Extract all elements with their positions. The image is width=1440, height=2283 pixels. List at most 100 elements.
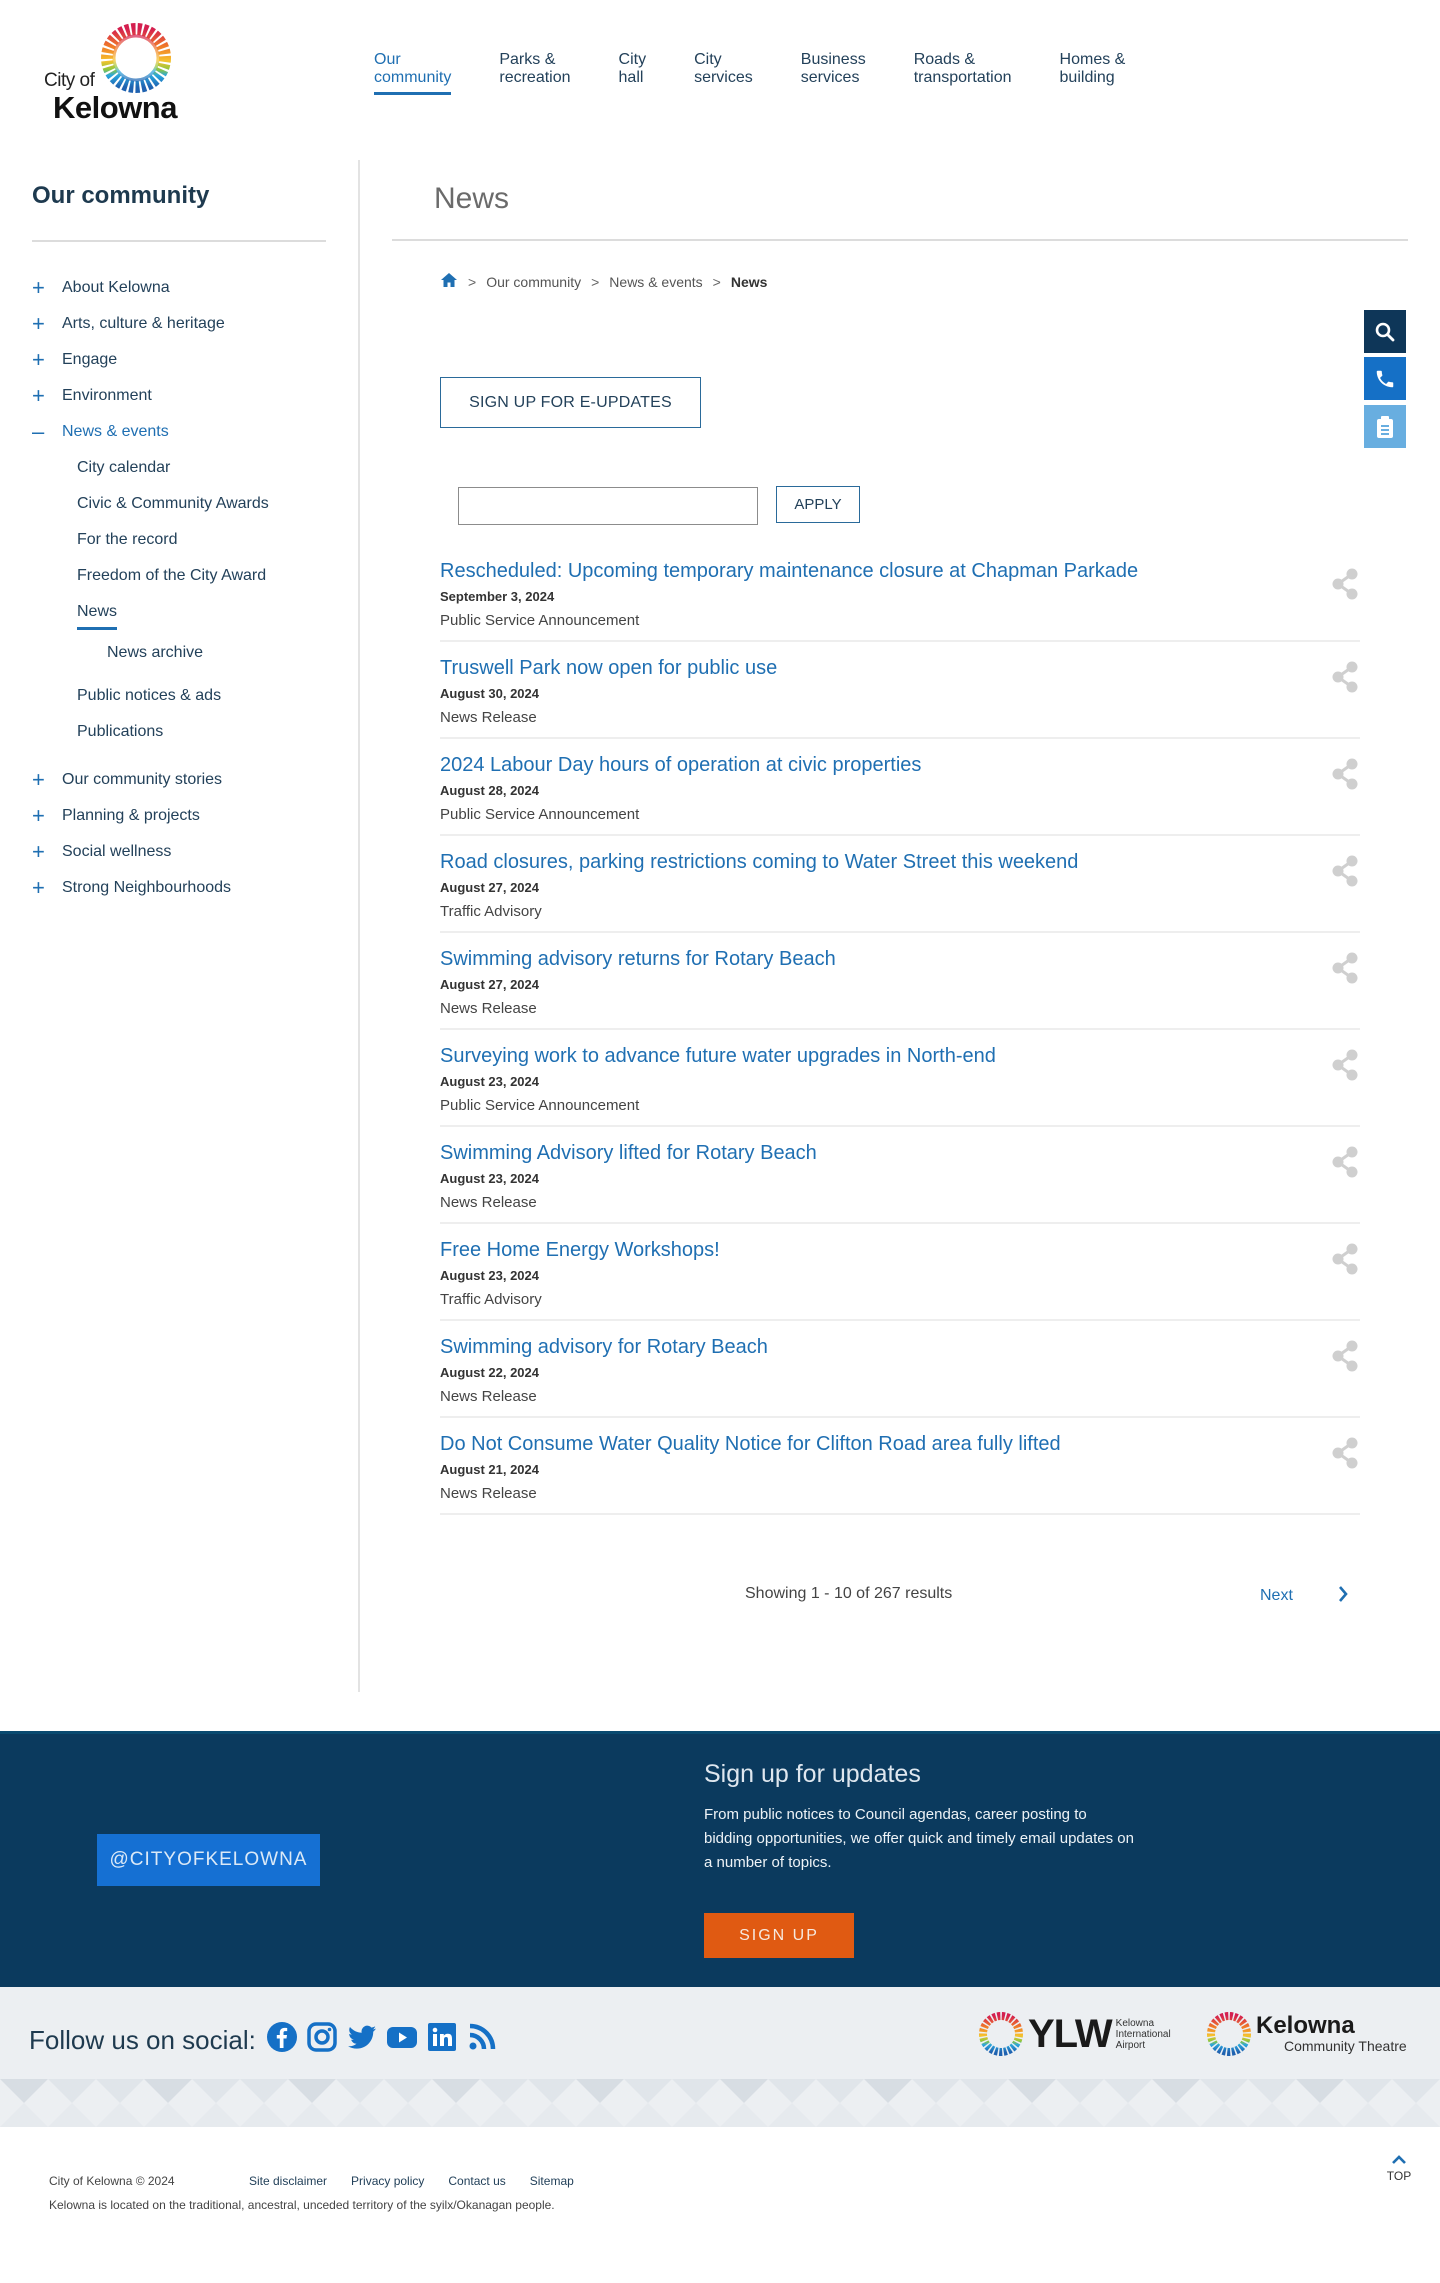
footer-link-site-disclaimer[interactable]: Site disclaimer bbox=[249, 2174, 327, 2188]
tool-search-button[interactable] bbox=[1364, 310, 1406, 353]
plus-icon[interactable]: + bbox=[32, 877, 62, 899]
city-logo[interactable]: City of Kelowna bbox=[40, 22, 180, 125]
sidebar-item-social-wellness[interactable]: + Social wellness bbox=[32, 834, 326, 870]
news-type: Traffic Advisory bbox=[440, 1291, 542, 1308]
instagram-link[interactable] bbox=[306, 2021, 346, 2060]
sidebar-item-label: About Kelowna bbox=[62, 279, 170, 296]
nav-city-hall[interactable]: City hall bbox=[619, 51, 647, 95]
news-date: August 23, 2024 bbox=[440, 1074, 539, 1089]
plus-icon[interactable]: + bbox=[32, 805, 62, 827]
share-icon-glyph bbox=[1332, 1340, 1358, 1372]
share-icon[interactable] bbox=[1330, 854, 1360, 888]
news-date: September 3, 2024 bbox=[440, 589, 555, 604]
phone-icon bbox=[1376, 370, 1394, 387]
back-to-top-button[interactable]: TOP bbox=[1384, 2154, 1414, 2183]
pattern-triangle bbox=[1008, 2103, 1056, 2127]
sidebar-subitem-public-notices[interactable]: Public notices & ads bbox=[77, 678, 326, 714]
youtube-icon bbox=[386, 2027, 417, 2048]
nav-roads-transportation[interactable]: Roads & transportation bbox=[914, 51, 1012, 95]
share-icon[interactable] bbox=[1330, 567, 1360, 601]
footer-link-sitemap[interactable]: Sitemap bbox=[530, 2174, 574, 2188]
nav-business-services[interactable]: Business services bbox=[801, 51, 866, 95]
community-theatre-logo[interactable]: Kelowna Community Theatre bbox=[1206, 2009, 1407, 2059]
news-title-link[interactable]: Surveying work to advance future water u… bbox=[440, 1042, 1140, 1068]
sidebar-item-label: Engage bbox=[62, 351, 118, 368]
sign-up-e-updates-button[interactable]: SIGN UP FOR E-UPDATES bbox=[440, 377, 701, 428]
plus-icon[interactable]: + bbox=[32, 841, 62, 863]
nav-homes-building[interactable]: Homes & building bbox=[1060, 51, 1126, 95]
pattern-triangle bbox=[1200, 2079, 1248, 2103]
footer-link-privacy-policy[interactable]: Privacy policy bbox=[351, 2174, 424, 2188]
news-title-link[interactable]: Free Home Energy Workshops! bbox=[440, 1236, 1140, 1262]
sidebar-item-planning-projects[interactable]: + Planning & projects bbox=[32, 798, 326, 834]
sign-up-button[interactable]: SIGN UP bbox=[704, 1913, 854, 1958]
facebook-link[interactable] bbox=[266, 2021, 306, 2060]
news-title-link[interactable]: Swimming Advisory lifted for Rotary Beac… bbox=[440, 1139, 1140, 1165]
sidebar-item-news-events[interactable]: – News & events bbox=[32, 414, 326, 450]
news-search-input[interactable] bbox=[458, 487, 758, 525]
share-icon[interactable] bbox=[1330, 1048, 1360, 1082]
plus-icon[interactable]: + bbox=[32, 385, 62, 407]
sidebar-item-arts-culture[interactable]: + Arts, culture & heritage bbox=[32, 306, 326, 342]
share-icon[interactable] bbox=[1330, 660, 1360, 694]
share-icon[interactable] bbox=[1330, 1145, 1360, 1179]
next-page-link[interactable]: Next bbox=[1260, 1587, 1293, 1605]
news-title-link[interactable]: Do Not Consume Water Quality Notice for … bbox=[440, 1430, 1140, 1456]
share-icon[interactable] bbox=[1330, 757, 1360, 791]
news-title-link[interactable]: Rescheduled: Upcoming temporary maintena… bbox=[440, 557, 1140, 583]
share-icon[interactable] bbox=[1330, 951, 1360, 985]
tool-clipboard-button[interactable] bbox=[1364, 405, 1406, 448]
site-header: City of Kelowna Our community Parks & re… bbox=[0, 0, 1440, 140]
plus-icon[interactable]: + bbox=[32, 769, 62, 791]
apply-button[interactable]: APPLY bbox=[776, 486, 860, 523]
sidebar-subsubitem-news-archive[interactable]: News archive bbox=[77, 630, 326, 676]
sidebar-item-environment[interactable]: + Environment bbox=[32, 378, 326, 414]
sidebar-item-about-kelowna[interactable]: + About Kelowna bbox=[32, 270, 326, 306]
next-page-chevron[interactable] bbox=[1336, 1584, 1350, 1604]
nav-city-services[interactable]: City services bbox=[694, 51, 753, 95]
share-icon[interactable] bbox=[1330, 1339, 1360, 1373]
linkedin-icon bbox=[427, 2023, 456, 2051]
sidebar-subitem-city-calendar[interactable]: City calendar bbox=[77, 450, 326, 486]
rss-link[interactable] bbox=[466, 2021, 506, 2060]
ylw-subtext: Kelowna International Airport bbox=[1115, 2017, 1171, 2051]
news-title-link[interactable]: Truswell Park now open for public use bbox=[440, 654, 1140, 680]
plus-icon[interactable]: + bbox=[32, 349, 62, 371]
sidebar-subitem-freedom-award[interactable]: Freedom of the City Award bbox=[77, 558, 326, 594]
news-title-link[interactable]: 2024 Labour Day hours of operation at ci… bbox=[440, 751, 1140, 777]
share-icon[interactable] bbox=[1330, 1436, 1360, 1470]
breadcrumb-news-events[interactable]: News & events bbox=[609, 274, 702, 290]
sidebar-item-strong-neighbourhoods[interactable]: + Strong Neighbourhoods bbox=[32, 870, 326, 906]
tool-phone-button[interactable] bbox=[1364, 357, 1406, 400]
nav-our-community[interactable]: Our community bbox=[374, 51, 452, 95]
news-type: News Release bbox=[440, 1485, 537, 1502]
sidebar-item-community-stories[interactable]: + Our community stories bbox=[32, 762, 326, 798]
minus-icon[interactable]: – bbox=[32, 421, 62, 443]
pattern-triangle bbox=[96, 2079, 144, 2103]
logo-text-small: City of bbox=[44, 70, 95, 91]
news-title-link[interactable]: Road closures, parking restrictions comi… bbox=[440, 848, 1140, 874]
sidebar-subitem-news[interactable]: News bbox=[77, 594, 326, 630]
sidebar-subitem-for-the-record[interactable]: For the record bbox=[77, 522, 326, 558]
news-title-link[interactable]: Swimming advisory returns for Rotary Bea… bbox=[440, 945, 1140, 971]
sidebar-item-engage[interactable]: + Engage bbox=[32, 342, 326, 378]
linkedin-link[interactable] bbox=[426, 2021, 466, 2060]
title-divider bbox=[392, 239, 1408, 241]
share-icon-glyph bbox=[1332, 952, 1358, 984]
sidebar-subitem-publications[interactable]: Publications bbox=[77, 714, 326, 750]
plus-icon[interactable]: + bbox=[32, 277, 62, 299]
news-title-link[interactable]: Swimming advisory for Rotary Beach bbox=[440, 1333, 1140, 1359]
results-count: Showing 1 - 10 of 267 results bbox=[745, 1585, 953, 1602]
plus-icon[interactable]: + bbox=[32, 313, 62, 335]
ylw-airport-logo[interactable]: YLW Kelowna International Airport bbox=[978, 2009, 1186, 2059]
share-icon[interactable] bbox=[1330, 1242, 1360, 1276]
social-handle-button[interactable]: @CITYOFKELOWNA bbox=[97, 1834, 320, 1886]
youtube-link[interactable] bbox=[386, 2021, 426, 2060]
breadcrumb-our-community[interactable]: Our community bbox=[486, 274, 581, 290]
news-type: News Release bbox=[440, 1000, 537, 1017]
sidebar-subitem-civic-awards[interactable]: Civic & Community Awards bbox=[77, 486, 326, 522]
breadcrumb-home[interactable] bbox=[440, 272, 458, 291]
nav-parks-recreation[interactable]: Parks & recreation bbox=[499, 51, 570, 95]
twitter-link[interactable] bbox=[346, 2021, 386, 2060]
footer-link-contact-us[interactable]: Contact us bbox=[448, 2174, 505, 2188]
